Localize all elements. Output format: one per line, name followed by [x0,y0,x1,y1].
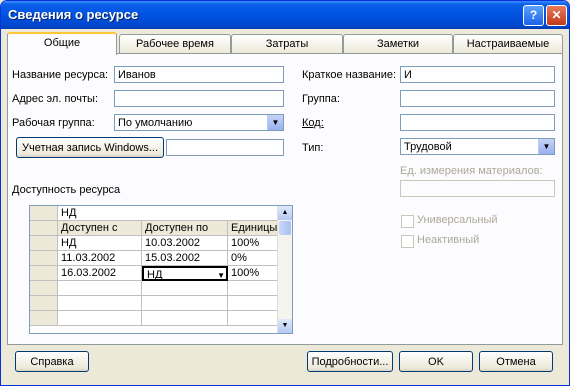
table-cell[interactable] [228,311,278,326]
col-header-available-from[interactable]: Доступен с [58,221,142,236]
chevron-down-icon[interactable]: ▼ [267,115,283,130]
generic-label: Универсальный [417,214,498,226]
table-cell[interactable] [228,296,278,311]
type-value: Трудовой [404,141,452,153]
tab-costs[interactable]: Затраты [231,34,343,53]
type-select[interactable]: Трудовой ▼ [400,138,555,155]
email-label: Адрес эл. почты: [12,93,99,105]
col-header-units[interactable]: Единицы [228,221,278,236]
table-cell[interactable]: 16.03.2002 [58,266,142,281]
resource-info-dialog: Сведения о ресурсе ? ✕ Общие Рабочее вре… [0,0,570,386]
table-cell[interactable] [58,296,142,311]
workgroup-label: Рабочая группа: [12,117,95,129]
group-input[interactable] [400,90,555,107]
table-cell[interactable] [142,296,228,311]
material-units-label: Ед. измерения материалов: [400,165,543,177]
table-cell[interactable]: НД [58,236,142,251]
tab-general[interactable]: Общие [7,32,117,55]
scroll-thumb[interactable] [279,221,291,235]
row-header [30,221,58,236]
availability-grid: НД Доступен с Доступен по Единицы НД 10.… [29,205,293,334]
help-icon[interactable]: ? [523,5,544,26]
close-icon[interactable]: ✕ [546,5,567,26]
group-label: Группа: [302,93,340,105]
table-cell[interactable]: 100% [228,266,278,281]
code-input[interactable] [400,114,555,131]
table-cell[interactable]: 11.03.2002 [58,251,142,266]
col-header-available-to[interactable]: Доступен по [142,221,228,236]
table-cell-active[interactable]: НД ▼ [142,266,228,281]
windows-account-input[interactable] [166,139,284,156]
short-name-input[interactable]: И [400,66,555,83]
table-cell[interactable]: 100% [228,236,278,251]
chevron-down-icon[interactable]: ▼ [217,268,225,279]
table-cell[interactable]: 0% [228,251,278,266]
chevron-down-icon[interactable]: ▼ [278,319,292,333]
table-cell[interactable]: 15.03.2002 [142,251,228,266]
active-cell-value: НД [147,269,163,281]
row-header [30,236,58,251]
row-header [30,296,58,311]
code-label: Код: [302,117,324,129]
table-cell[interactable] [228,281,278,296]
workgroup-select[interactable]: По умолчанию ▼ [114,114,284,131]
details-button[interactable]: Подробности... [307,351,393,372]
table-cell[interactable] [142,281,228,296]
title-bar: Сведения о ресурсе ? ✕ [1,1,569,29]
short-name-label: Краткое название: [302,69,397,81]
cancel-button[interactable]: Отмена [479,351,553,372]
grid-edit-bar[interactable]: НД [58,206,278,221]
tab-notes[interactable]: Заметки [343,34,453,53]
table-cell[interactable]: 10.03.2002 [142,236,228,251]
generic-checkbox[interactable] [401,215,414,228]
material-units-input[interactable] [400,180,555,197]
grid-scrollbar[interactable]: ▲ ▼ [277,206,292,333]
row-header [30,281,58,296]
row-header [30,311,58,326]
resource-name-label: Название ресурса: [12,69,109,81]
tab-working-time[interactable]: Рабочее время [119,34,231,53]
table-cell[interactable] [142,311,228,326]
type-label: Тип: [302,142,324,154]
table-cell[interactable] [58,311,142,326]
chevron-up-icon[interactable]: ▲ [278,206,292,220]
windows-account-button[interactable]: Учетная запись Windows... [16,137,164,158]
row-header [30,251,58,266]
help-button[interactable]: Справка [15,351,89,372]
dialog-title: Сведения о ресурсе [8,7,139,22]
row-header [30,266,58,281]
tab-custom-fields[interactable]: Настраиваемые поля [453,34,563,68]
table-cell[interactable] [58,281,142,296]
grid-corner [30,206,58,221]
email-input[interactable] [114,90,284,107]
availability-section-label: Доступность ресурса [12,184,121,196]
ok-button[interactable]: OK [399,351,473,372]
inactive-label: Неактивный [417,234,480,246]
workgroup-value: По умолчанию [118,117,193,129]
chevron-down-icon[interactable]: ▼ [538,139,554,154]
tab-strip: Общие Рабочее время Затраты Заметки Наст… [7,32,563,68]
inactive-checkbox[interactable] [401,235,414,248]
resource-name-input[interactable]: Иванов [114,66,284,83]
